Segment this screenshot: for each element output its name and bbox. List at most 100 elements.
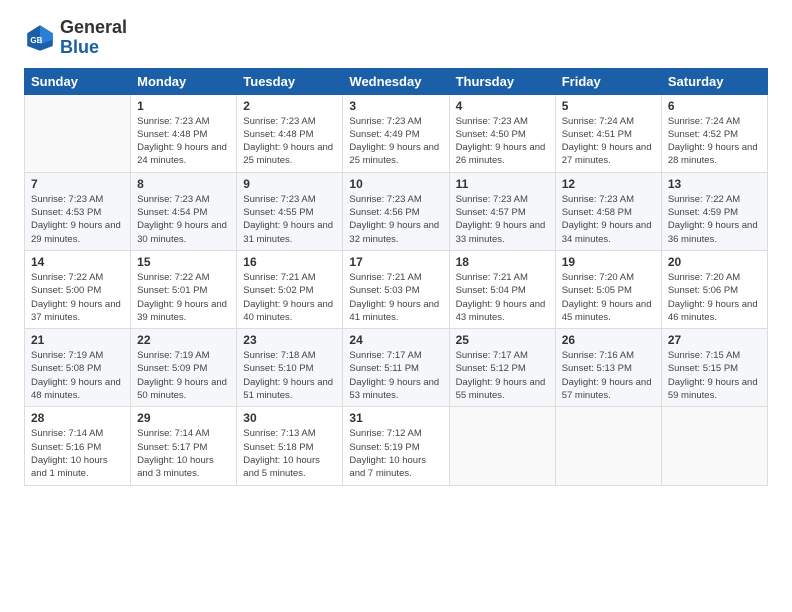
day-info: Sunrise: 7:19 AMSunset: 5:08 PMDaylight:… xyxy=(31,349,124,402)
day-info: Sunrise: 7:14 AMSunset: 5:16 PMDaylight:… xyxy=(31,427,124,480)
calendar-cell: 30 Sunrise: 7:13 AMSunset: 5:18 PMDaylig… xyxy=(237,407,343,485)
calendar-cell: 31 Sunrise: 7:12 AMSunset: 5:19 PMDaylig… xyxy=(343,407,449,485)
day-info: Sunrise: 7:24 AMSunset: 4:51 PMDaylight:… xyxy=(562,115,655,168)
col-header-monday: Monday xyxy=(131,68,237,94)
day-number: 19 xyxy=(562,255,655,269)
calendar-cell: 6 Sunrise: 7:24 AMSunset: 4:52 PMDayligh… xyxy=(661,94,767,172)
calendar-cell: 14 Sunrise: 7:22 AMSunset: 5:00 PMDaylig… xyxy=(25,250,131,328)
day-info: Sunrise: 7:13 AMSunset: 5:18 PMDaylight:… xyxy=(243,427,336,480)
day-info: Sunrise: 7:22 AMSunset: 5:00 PMDaylight:… xyxy=(31,271,124,324)
day-info: Sunrise: 7:23 AMSunset: 4:58 PMDaylight:… xyxy=(562,193,655,246)
day-number: 6 xyxy=(668,99,761,113)
day-number: 29 xyxy=(137,411,230,425)
day-number: 30 xyxy=(243,411,336,425)
calendar-cell xyxy=(661,407,767,485)
day-info: Sunrise: 7:17 AMSunset: 5:11 PMDaylight:… xyxy=(349,349,442,402)
calendar-cell xyxy=(25,94,131,172)
day-number: 23 xyxy=(243,333,336,347)
calendar-cell: 20 Sunrise: 7:20 AMSunset: 5:06 PMDaylig… xyxy=(661,250,767,328)
calendar-cell: 5 Sunrise: 7:24 AMSunset: 4:51 PMDayligh… xyxy=(555,94,661,172)
col-header-sunday: Sunday xyxy=(25,68,131,94)
calendar-table: SundayMondayTuesdayWednesdayThursdayFrid… xyxy=(24,68,768,486)
calendar-cell: 21 Sunrise: 7:19 AMSunset: 5:08 PMDaylig… xyxy=(25,329,131,407)
day-info: Sunrise: 7:23 AMSunset: 4:54 PMDaylight:… xyxy=(137,193,230,246)
day-number: 24 xyxy=(349,333,442,347)
logo: GB General Blue xyxy=(24,18,127,58)
calendar-cell: 13 Sunrise: 7:22 AMSunset: 4:59 PMDaylig… xyxy=(661,172,767,250)
calendar-cell: 24 Sunrise: 7:17 AMSunset: 5:11 PMDaylig… xyxy=(343,329,449,407)
col-header-wednesday: Wednesday xyxy=(343,68,449,94)
day-number: 14 xyxy=(31,255,124,269)
logo-icon: GB xyxy=(24,22,56,54)
svg-text:GB: GB xyxy=(30,36,42,45)
calendar-cell: 1 Sunrise: 7:23 AMSunset: 4:48 PMDayligh… xyxy=(131,94,237,172)
calendar-cell: 28 Sunrise: 7:14 AMSunset: 5:16 PMDaylig… xyxy=(25,407,131,485)
day-info: Sunrise: 7:23 AMSunset: 4:53 PMDaylight:… xyxy=(31,193,124,246)
calendar-cell: 11 Sunrise: 7:23 AMSunset: 4:57 PMDaylig… xyxy=(449,172,555,250)
day-info: Sunrise: 7:12 AMSunset: 5:19 PMDaylight:… xyxy=(349,427,442,480)
day-number: 13 xyxy=(668,177,761,191)
day-info: Sunrise: 7:23 AMSunset: 4:50 PMDaylight:… xyxy=(456,115,549,168)
day-info: Sunrise: 7:22 AMSunset: 5:01 PMDaylight:… xyxy=(137,271,230,324)
day-number: 7 xyxy=(31,177,124,191)
calendar-cell: 2 Sunrise: 7:23 AMSunset: 4:48 PMDayligh… xyxy=(237,94,343,172)
day-info: Sunrise: 7:15 AMSunset: 5:15 PMDaylight:… xyxy=(668,349,761,402)
page-header: GB General Blue xyxy=(24,18,768,58)
day-number: 10 xyxy=(349,177,442,191)
day-info: Sunrise: 7:16 AMSunset: 5:13 PMDaylight:… xyxy=(562,349,655,402)
calendar-cell: 26 Sunrise: 7:16 AMSunset: 5:13 PMDaylig… xyxy=(555,329,661,407)
logo-text: General Blue xyxy=(60,18,127,58)
day-number: 25 xyxy=(456,333,549,347)
day-info: Sunrise: 7:23 AMSunset: 4:48 PMDaylight:… xyxy=(243,115,336,168)
day-number: 5 xyxy=(562,99,655,113)
day-info: Sunrise: 7:20 AMSunset: 5:06 PMDaylight:… xyxy=(668,271,761,324)
calendar-cell: 12 Sunrise: 7:23 AMSunset: 4:58 PMDaylig… xyxy=(555,172,661,250)
day-info: Sunrise: 7:23 AMSunset: 4:48 PMDaylight:… xyxy=(137,115,230,168)
day-number: 21 xyxy=(31,333,124,347)
day-number: 3 xyxy=(349,99,442,113)
day-info: Sunrise: 7:23 AMSunset: 4:56 PMDaylight:… xyxy=(349,193,442,246)
calendar-cell: 18 Sunrise: 7:21 AMSunset: 5:04 PMDaylig… xyxy=(449,250,555,328)
calendar-cell: 25 Sunrise: 7:17 AMSunset: 5:12 PMDaylig… xyxy=(449,329,555,407)
day-number: 16 xyxy=(243,255,336,269)
day-number: 12 xyxy=(562,177,655,191)
calendar-cell: 4 Sunrise: 7:23 AMSunset: 4:50 PMDayligh… xyxy=(449,94,555,172)
day-info: Sunrise: 7:21 AMSunset: 5:02 PMDaylight:… xyxy=(243,271,336,324)
calendar-cell xyxy=(449,407,555,485)
calendar-cell: 16 Sunrise: 7:21 AMSunset: 5:02 PMDaylig… xyxy=(237,250,343,328)
calendar-cell: 29 Sunrise: 7:14 AMSunset: 5:17 PMDaylig… xyxy=(131,407,237,485)
day-number: 9 xyxy=(243,177,336,191)
day-number: 1 xyxy=(137,99,230,113)
calendar-cell: 7 Sunrise: 7:23 AMSunset: 4:53 PMDayligh… xyxy=(25,172,131,250)
day-number: 26 xyxy=(562,333,655,347)
col-header-saturday: Saturday xyxy=(661,68,767,94)
day-info: Sunrise: 7:17 AMSunset: 5:12 PMDaylight:… xyxy=(456,349,549,402)
day-number: 22 xyxy=(137,333,230,347)
calendar-cell: 8 Sunrise: 7:23 AMSunset: 4:54 PMDayligh… xyxy=(131,172,237,250)
day-info: Sunrise: 7:23 AMSunset: 4:55 PMDaylight:… xyxy=(243,193,336,246)
day-info: Sunrise: 7:23 AMSunset: 4:49 PMDaylight:… xyxy=(349,115,442,168)
day-number: 17 xyxy=(349,255,442,269)
calendar-cell xyxy=(555,407,661,485)
col-header-thursday: Thursday xyxy=(449,68,555,94)
day-number: 28 xyxy=(31,411,124,425)
day-number: 31 xyxy=(349,411,442,425)
calendar-cell: 3 Sunrise: 7:23 AMSunset: 4:49 PMDayligh… xyxy=(343,94,449,172)
day-info: Sunrise: 7:21 AMSunset: 5:04 PMDaylight:… xyxy=(456,271,549,324)
day-info: Sunrise: 7:18 AMSunset: 5:10 PMDaylight:… xyxy=(243,349,336,402)
day-number: 27 xyxy=(668,333,761,347)
calendar-cell: 22 Sunrise: 7:19 AMSunset: 5:09 PMDaylig… xyxy=(131,329,237,407)
day-number: 18 xyxy=(456,255,549,269)
day-info: Sunrise: 7:20 AMSunset: 5:05 PMDaylight:… xyxy=(562,271,655,324)
day-info: Sunrise: 7:19 AMSunset: 5:09 PMDaylight:… xyxy=(137,349,230,402)
day-info: Sunrise: 7:23 AMSunset: 4:57 PMDaylight:… xyxy=(456,193,549,246)
calendar-cell: 10 Sunrise: 7:23 AMSunset: 4:56 PMDaylig… xyxy=(343,172,449,250)
calendar-cell: 23 Sunrise: 7:18 AMSunset: 5:10 PMDaylig… xyxy=(237,329,343,407)
col-header-tuesday: Tuesday xyxy=(237,68,343,94)
calendar-cell: 19 Sunrise: 7:20 AMSunset: 5:05 PMDaylig… xyxy=(555,250,661,328)
day-info: Sunrise: 7:24 AMSunset: 4:52 PMDaylight:… xyxy=(668,115,761,168)
day-info: Sunrise: 7:14 AMSunset: 5:17 PMDaylight:… xyxy=(137,427,230,480)
day-info: Sunrise: 7:22 AMSunset: 4:59 PMDaylight:… xyxy=(668,193,761,246)
day-info: Sunrise: 7:21 AMSunset: 5:03 PMDaylight:… xyxy=(349,271,442,324)
day-number: 11 xyxy=(456,177,549,191)
